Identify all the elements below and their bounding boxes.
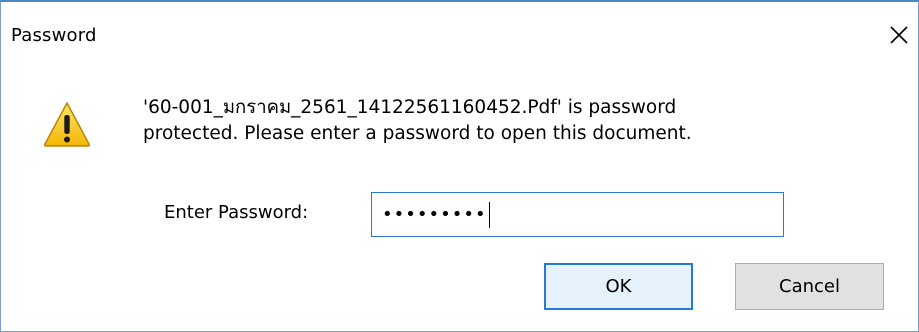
password-dialog: Password '60-001_มกราคม_2561_14122561160… xyxy=(0,0,919,332)
close-icon xyxy=(890,26,908,44)
cancel-button[interactable]: Cancel xyxy=(735,263,884,310)
dialog-message: '60-001_มกราคม_2561_14122561160452.Pdf' … xyxy=(143,97,692,144)
title-bar[interactable]: Password xyxy=(1,2,918,78)
close-button[interactable] xyxy=(884,20,914,50)
password-value: ••••••••• xyxy=(382,204,487,225)
password-label: Enter Password: xyxy=(164,202,309,223)
text-caret xyxy=(488,201,490,228)
warning-icon xyxy=(43,100,91,148)
dialog-title: Password xyxy=(11,25,97,46)
password-input[interactable]: ••••••••• xyxy=(371,192,784,237)
ok-button[interactable]: OK xyxy=(544,263,693,310)
